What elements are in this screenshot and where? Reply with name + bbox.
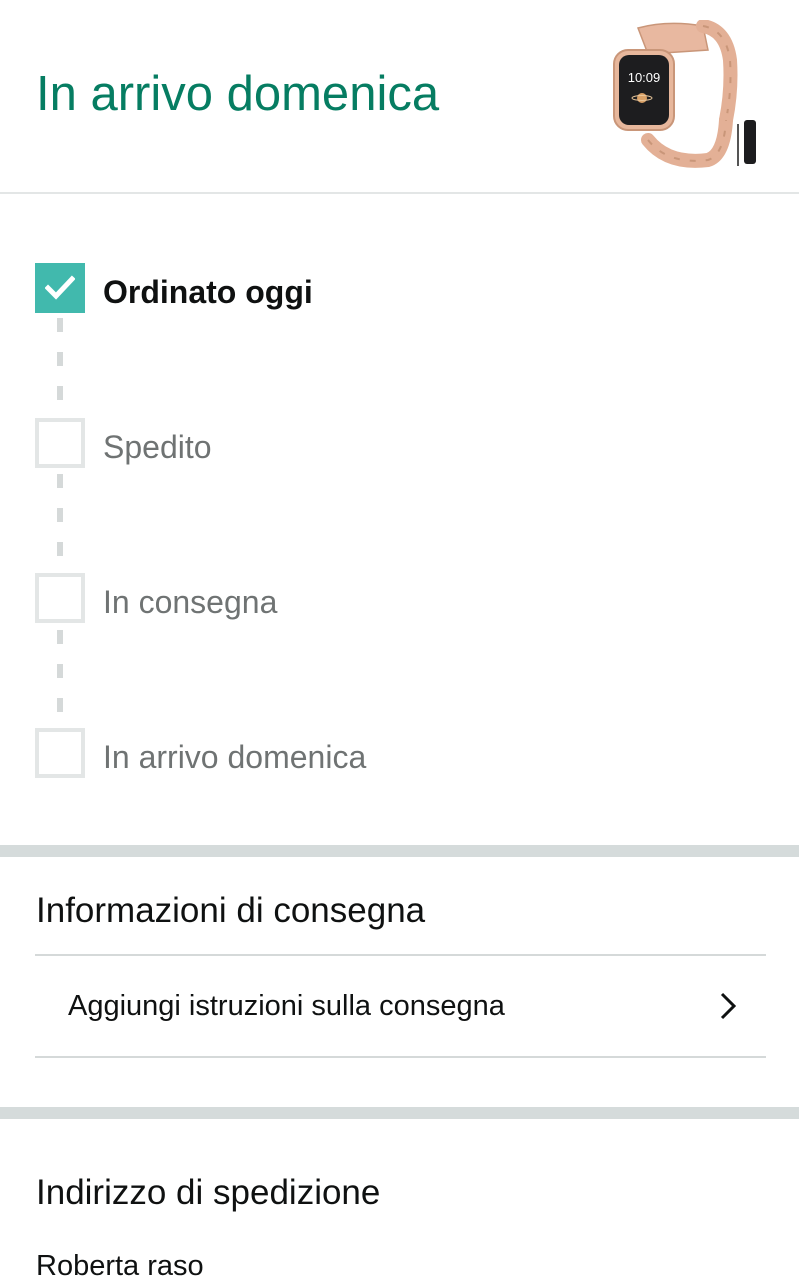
section-divider	[0, 1107, 799, 1119]
step-ordered-checkbox	[35, 263, 85, 313]
product-image[interactable]: 10:09	[608, 19, 766, 172]
step-arriving-checkbox	[35, 728, 85, 778]
watch-icon: 10:09	[613, 19, 756, 168]
shipping-address-title: Indirizzo di spedizione	[36, 1173, 381, 1212]
checkmark-icon	[45, 275, 75, 300]
step-out-for-delivery-checkbox	[35, 573, 85, 623]
tracker-connector	[57, 318, 63, 422]
watch-time: 10:09	[628, 70, 661, 85]
order-tracking-page: In arrivo domenica 10:09 Ordinato oggi S…	[0, 0, 799, 1280]
order-header: In arrivo domenica 10:09	[0, 0, 799, 194]
step-shipped-checkbox	[35, 418, 85, 468]
delivery-info-title: Informazioni di consegna	[36, 891, 426, 930]
shipment-tracker: Ordinato oggi Spedito In consegna In arr…	[0, 196, 799, 846]
step-ordered-label: Ordinato oggi	[103, 274, 313, 310]
chevron-right-icon	[720, 992, 737, 1020]
recipient-name: Roberta raso	[36, 1250, 204, 1280]
step-out-for-delivery-label: In consegna	[103, 584, 278, 620]
add-delivery-instructions-label: Aggiungi istruzioni sulla consegna	[68, 990, 505, 1022]
tracker-connector	[57, 474, 63, 578]
tracker-connector	[57, 630, 63, 734]
step-arriving-label: In arrivo domenica	[103, 739, 367, 775]
add-delivery-instructions-row[interactable]: Aggiungi istruzioni sulla consegna	[35, 954, 766, 1058]
delivery-status-title: In arrivo domenica	[36, 67, 440, 121]
section-divider	[0, 845, 799, 857]
step-shipped-label: Spedito	[103, 429, 212, 465]
